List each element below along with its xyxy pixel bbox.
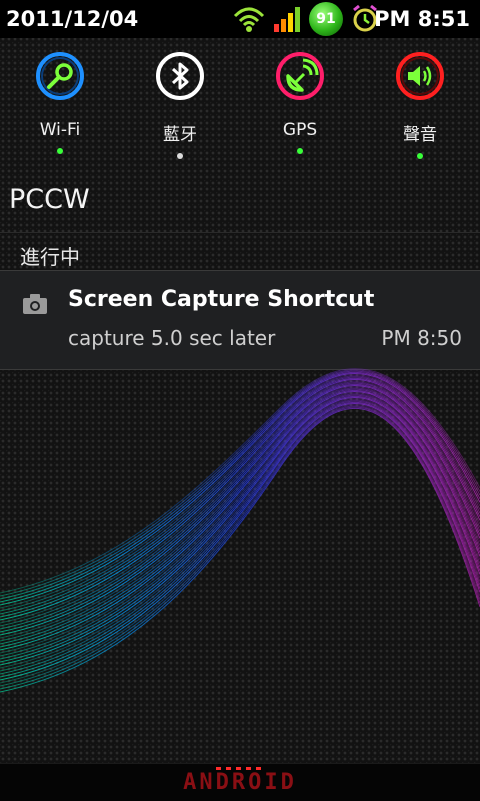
toggle-bluetooth-indicator: [177, 153, 183, 159]
status-bar: 2011/12/04 91 PM 8:51: [0, 0, 480, 38]
wave-line: [0, 407, 480, 693]
toggle-wifi-indicator: [57, 148, 63, 154]
quick-toggles: Wi-Fi 藍牙 GPS 聲音: [0, 38, 480, 168]
wave-line: [0, 381, 480, 627]
gps-icon: [276, 52, 324, 100]
wallpaper-wave: [0, 368, 480, 693]
bottom-handle-bar[interactable]: ANDROID: [0, 763, 480, 801]
cell-signal-icon: [274, 7, 300, 32]
toggle-sound-label: 聲音: [403, 125, 437, 145]
toggle-wifi[interactable]: Wi-Fi: [0, 50, 120, 168]
toggle-bluetooth[interactable]: 藍牙: [120, 50, 240, 168]
bluetooth-icon: [156, 52, 204, 100]
toggle-wifi-label: Wi-Fi: [39, 120, 81, 140]
android-logo: ANDROID: [183, 770, 297, 795]
notification-text: capture 5.0 sec later: [68, 326, 276, 350]
carrier-name: PCCW: [9, 184, 90, 215]
toggle-gps-indicator: [297, 148, 303, 154]
battery-icon: 91: [309, 2, 343, 36]
toggle-sound-indicator: [417, 153, 423, 159]
status-date: 2011/12/04: [6, 7, 139, 31]
notification-time: PM 8:50: [381, 326, 462, 350]
toggle-bluetooth-label: 藍牙: [163, 125, 197, 145]
notification-item[interactable]: Screen Capture Shortcut capture 5.0 sec …: [0, 270, 480, 370]
sound-icon: [396, 52, 444, 100]
ongoing-label: 進行中: [20, 245, 80, 269]
wifi-signal-icon: [233, 7, 265, 32]
battery-level: 91: [316, 11, 336, 27]
notification-title: Screen Capture Shortcut: [68, 287, 375, 312]
status-time: PM 8:51: [374, 7, 470, 31]
toggle-gps-label: GPS: [282, 120, 318, 140]
toggle-sound[interactable]: 聲音: [360, 50, 480, 168]
toggle-gps[interactable]: GPS: [240, 50, 360, 168]
ongoing-section-header: 進行中: [0, 232, 480, 271]
wifi-icon: [36, 52, 84, 100]
camera-icon: [23, 294, 47, 314]
